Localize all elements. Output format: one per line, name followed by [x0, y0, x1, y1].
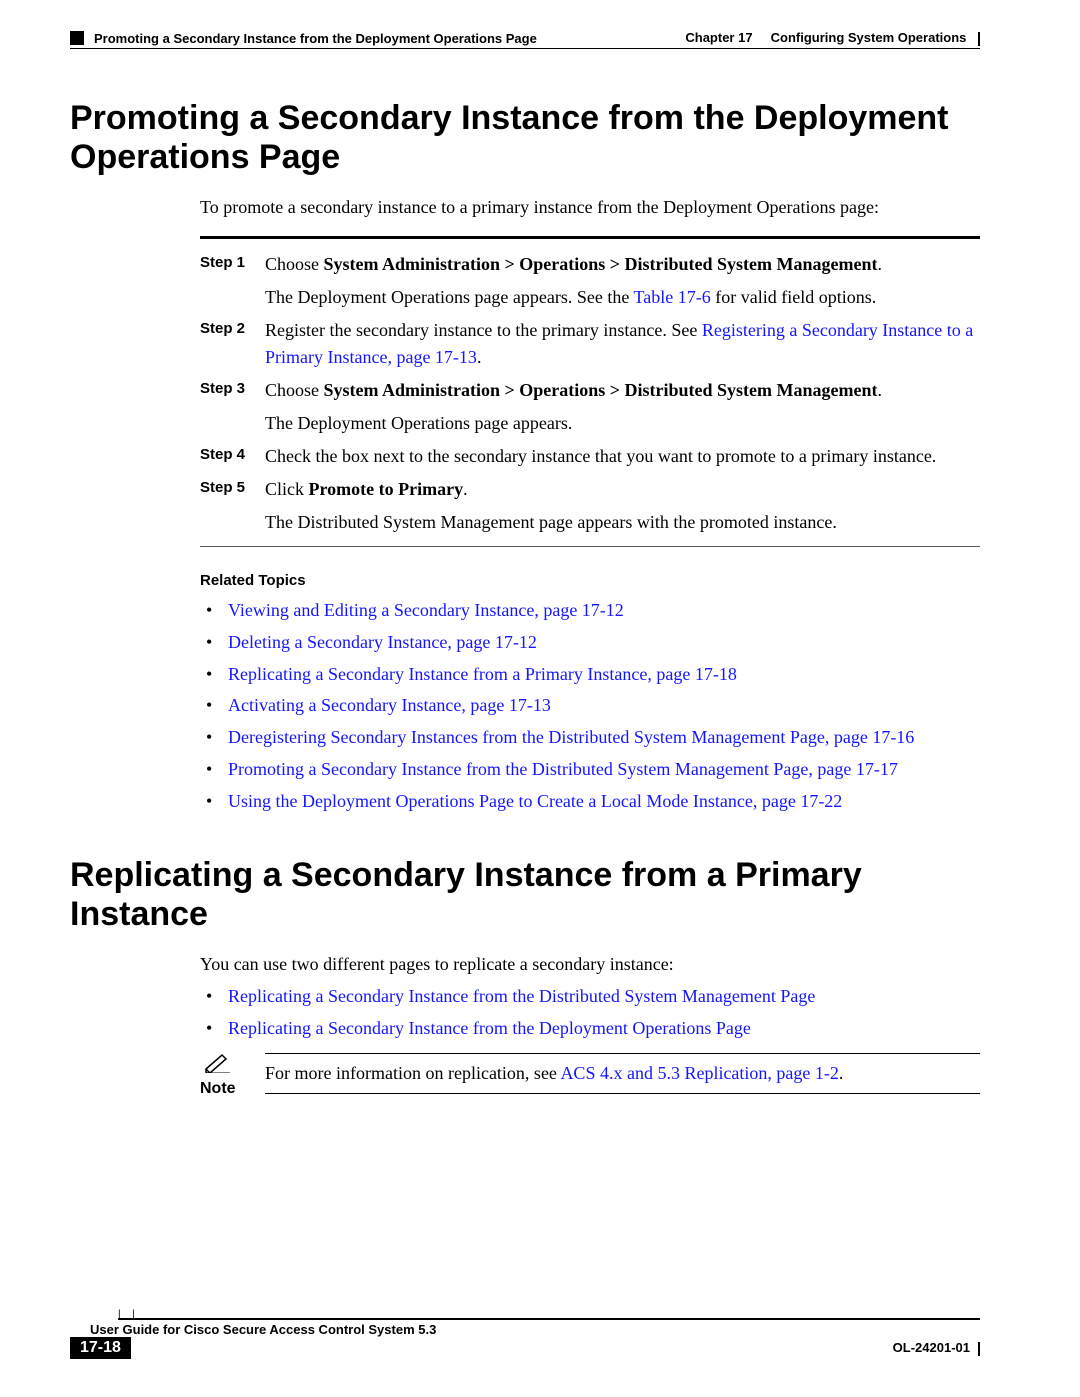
step-label: Step 3 — [200, 377, 265, 397]
related-link[interactable]: Viewing and Editing a Secondary Instance… — [228, 600, 624, 620]
related-topics-heading: Related Topics — [200, 572, 980, 589]
running-header-right: Chapter 17 Configuring System Operations — [685, 30, 980, 46]
step-label: Step 2 — [200, 317, 265, 337]
note-top-rule — [265, 1053, 980, 1054]
header-square-icon — [70, 31, 84, 45]
footer-guide-title: User Guide for Cisco Secure Access Contr… — [90, 1322, 980, 1337]
footer-doc-id: OL-24201-01 — [893, 1340, 980, 1356]
note-label: Note — [200, 1078, 265, 1098]
section2-link[interactable]: Replicating a Secondary Instance from th… — [228, 986, 815, 1006]
step-label: Step 5 — [200, 476, 265, 496]
note-link[interactable]: ACS 4.x and 5.3 Replication, page 1-2 — [560, 1063, 838, 1083]
page-footer: | | User Guide for Cisco Secure Access C… — [70, 1309, 980, 1359]
related-link[interactable]: Replicating a Secondary Instance from a … — [228, 664, 737, 684]
step-label: Step 4 — [200, 443, 265, 463]
header-rule — [70, 48, 980, 49]
section2-link[interactable]: Replicating a Secondary Instance from th… — [228, 1018, 751, 1038]
related-link[interactable]: Deleting a Secondary Instance, page 17-1… — [228, 632, 537, 652]
related-link[interactable]: Activating a Secondary Instance, page 17… — [228, 695, 551, 715]
page-number: 17-18 — [70, 1337, 131, 1359]
related-topics-list: Viewing and Editing a Secondary Instance… — [200, 597, 980, 816]
step-text: Check the box next to the secondary inst… — [265, 443, 980, 470]
section1-heading: Promoting a Secondary Instance from the … — [70, 99, 980, 177]
step-subtext: The Deployment Operations page appears. … — [265, 284, 980, 311]
related-link[interactable]: Using the Deployment Operations Page to … — [228, 791, 842, 811]
footer-bar-icon — [978, 1342, 980, 1356]
section2-intro: You can use two different pages to repli… — [200, 954, 980, 975]
running-header-title: Configuring System Operations — [771, 30, 967, 45]
step-text: Choose System Administration > Operation… — [265, 251, 980, 278]
running-header-chapter: Chapter 17 — [685, 30, 752, 45]
running-header-section: Promoting a Secondary Instance from the … — [94, 31, 537, 46]
step-text: Click Promote to Primary. — [265, 476, 980, 503]
step-subtext: The Distributed System Management page a… — [265, 509, 980, 536]
running-header-left: Promoting a Secondary Instance from the … — [70, 31, 537, 46]
note-text: For more information on replication, see… — [265, 1060, 980, 1087]
header-bar-icon — [978, 32, 980, 46]
section1-intro: To promote a secondary instance to a pri… — [200, 197, 980, 218]
section2-links-list: Replicating a Secondary Instance from th… — [200, 983, 980, 1043]
section2-heading: Replicating a Secondary Instance from a … — [70, 856, 980, 934]
step-label: Step 1 — [200, 251, 265, 271]
step-text: Register the secondary instance to the p… — [265, 317, 980, 371]
note-bottom-rule — [265, 1093, 980, 1094]
step-subtext: The Deployment Operations page appears. — [265, 410, 980, 437]
related-link[interactable]: Deregistering Secondary Instances from t… — [228, 727, 914, 747]
steps-top-rule — [200, 236, 980, 239]
steps-bottom-rule — [200, 546, 980, 547]
footer-rule — [118, 1318, 980, 1320]
table-link[interactable]: Table 17-6 — [634, 287, 711, 307]
related-link[interactable]: Promoting a Secondary Instance from the … — [228, 759, 898, 779]
pencil-icon — [204, 1053, 265, 1078]
step-text: Choose System Administration > Operation… — [265, 377, 980, 404]
